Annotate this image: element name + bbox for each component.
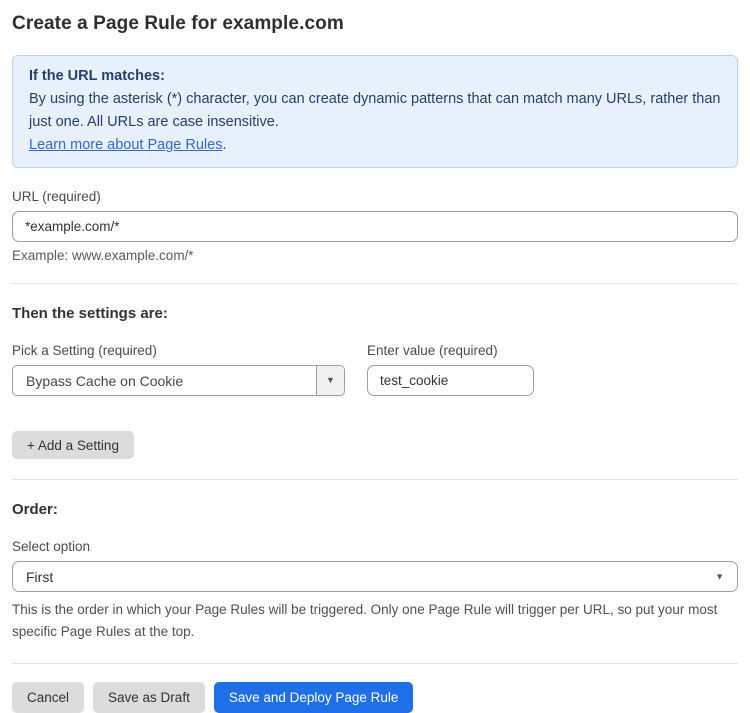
info-box-link-line: Learn more about Page Rules. [29, 134, 721, 157]
order-helper-text: This is the order in which your Page Rul… [12, 599, 734, 643]
divider [12, 479, 738, 480]
chevron-down-icon: ▼ [326, 376, 335, 385]
settings-fields-row: Pick a Setting (required) Bypass Cache o… [12, 322, 738, 396]
create-page-rule-form: Create a Page Rule for example.com If th… [0, 0, 750, 713]
setting-select-arrow-button[interactable]: ▼ [316, 366, 344, 395]
settings-section-heading: Then the settings are: [12, 305, 738, 322]
footer-buttons: Cancel Save as Draft Save and Deploy Pag… [12, 682, 738, 713]
value-field-group: Enter value (required) [367, 322, 534, 396]
divider [12, 283, 738, 284]
chevron-down-icon: ▼ [715, 572, 724, 581]
setting-select[interactable]: Bypass Cache on Cookie ▼ [12, 365, 345, 396]
setting-value-input[interactable] [367, 365, 534, 396]
order-select[interactable]: First ▼ [12, 561, 738, 592]
value-label: Enter value (required) [367, 343, 534, 358]
url-label: URL (required) [12, 189, 738, 204]
order-select-wrap: First ▼ [12, 561, 738, 592]
setting-select-value: Bypass Cache on Cookie [13, 366, 316, 395]
setting-label: Pick a Setting (required) [12, 343, 345, 358]
divider [12, 663, 738, 664]
add-setting-button[interactable]: + Add a Setting [12, 431, 134, 459]
learn-more-link[interactable]: Learn more about Page Rules [29, 137, 222, 153]
url-helper-text: Example: www.example.com/* [12, 248, 738, 263]
setting-field-group: Pick a Setting (required) Bypass Cache o… [12, 322, 345, 396]
info-box-heading: If the URL matches: [29, 65, 721, 88]
order-select-value: First [26, 569, 53, 585]
order-section-heading: Order: [12, 501, 738, 518]
cancel-button[interactable]: Cancel [12, 682, 84, 713]
save-deploy-button[interactable]: Save and Deploy Page Rule [214, 682, 414, 713]
info-box-body: By using the asterisk (*) character, you… [29, 88, 721, 134]
order-select-label: Select option [12, 539, 738, 554]
url-input[interactable] [12, 211, 738, 242]
url-match-info-box: If the URL matches: By using the asteris… [12, 55, 738, 168]
page-title: Create a Page Rule for example.com [12, 13, 738, 35]
link-period: . [222, 137, 226, 153]
save-draft-button[interactable]: Save as Draft [93, 682, 205, 713]
